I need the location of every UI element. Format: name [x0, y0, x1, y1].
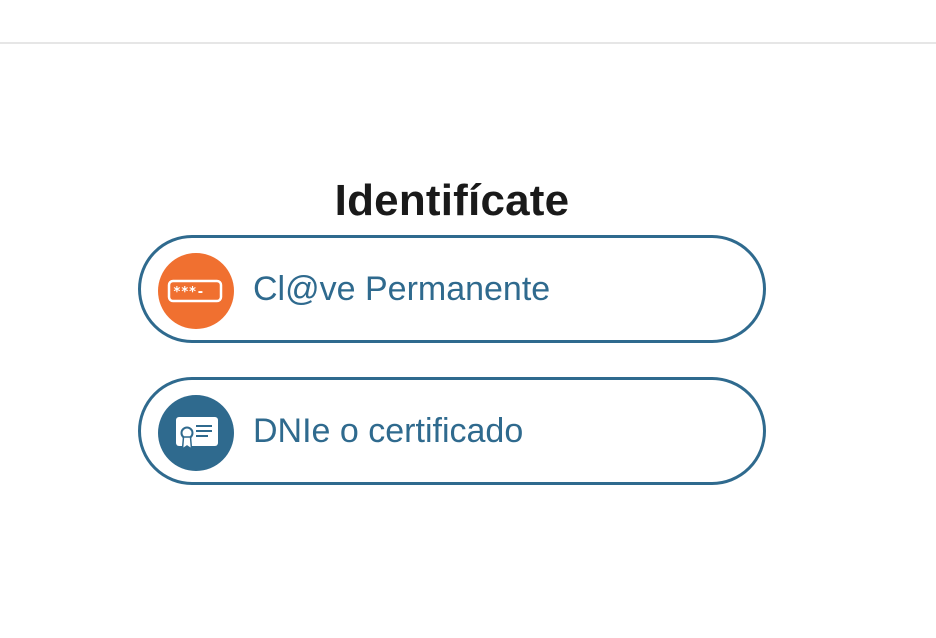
- svg-text:***-: ***-: [173, 285, 204, 300]
- page-title: Identifícate: [334, 176, 570, 226]
- clave-permanente-label: Cl@ve Permanente: [253, 270, 551, 308]
- login-page: Identifícate ***- Cl@ve Permanente DNIe …: [0, 0, 936, 638]
- certificate-icon: [158, 395, 234, 471]
- dnie-certificado-button[interactable]: DNIe o certificado: [138, 377, 766, 485]
- dnie-certificado-label: DNIe o certificado: [253, 412, 524, 450]
- clave-permanente-button[interactable]: ***- Cl@ve Permanente: [138, 235, 766, 343]
- password-field-icon: ***-: [158, 253, 234, 329]
- top-header-bar: [0, 0, 936, 44]
